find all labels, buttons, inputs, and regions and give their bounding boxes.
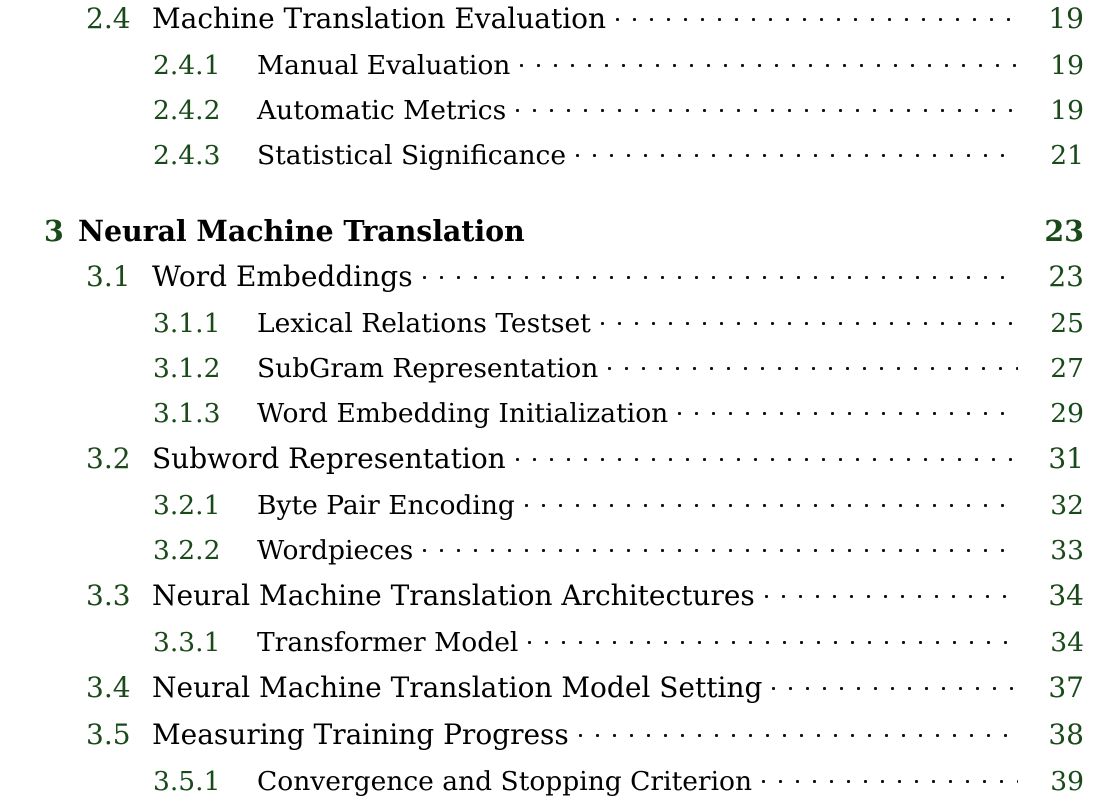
toc-entry-title[interactable]: Convergence and Stopping Criterion — [257, 766, 762, 797]
toc-entry-page-number[interactable]: 29 — [1022, 398, 1112, 429]
toc-entry-page-number[interactable]: 33 — [1022, 535, 1112, 566]
toc-entry[interactable]: 3.1.2 SubGram Representation 27 — [0, 350, 1112, 395]
toc-entry-title[interactable]: Statistical Significance — [257, 140, 576, 171]
toc-entry[interactable]: 3.5 Measuring Training Progress 38 — [0, 716, 1112, 763]
toc-dot-leader — [423, 532, 1018, 559]
toc-entry-page-number[interactable]: 37 — [1022, 671, 1112, 704]
toc-entry-page-number[interactable]: 38 — [1022, 718, 1112, 751]
toc-entry-page-number[interactable]: 25 — [1022, 308, 1112, 339]
table-of-contents: 2.4 Machine Translation Evaluation 19 2.4.1… — [0, 0, 1112, 797]
toc-entry[interactable]: 3.1 Word Embeddings 23 — [0, 258, 1112, 305]
toc-entry[interactable]: 3.4 Neural Machine Translation Model Sett… — [0, 669, 1112, 716]
toc-entry-title[interactable]: Neural Machine Translation — [78, 214, 535, 248]
toc-entry-number: 3.2.1 — [153, 489, 221, 521]
toc-entry[interactable]: 2.4.1 Manual Evaluation 19 — [0, 47, 1112, 92]
toc-entry[interactable]: 2.4.2 Automatic Metrics 19 — [0, 92, 1112, 137]
toc-entry-page-number[interactable]: 23 — [1022, 214, 1112, 248]
toc-entry[interactable]: 3.3.1 Transformer Model 34 — [0, 624, 1112, 669]
toc-entry-title[interactable]: Neural Machine Translation Model Setting — [152, 671, 772, 704]
toc-entry-number: 3.1.3 — [153, 397, 221, 429]
toc-entry-number: 2.4.1 — [153, 49, 221, 81]
toc-entry-title[interactable]: Word Embedding Initialization — [257, 398, 678, 429]
toc-entry-page-number[interactable]: 19 — [1022, 2, 1112, 35]
toc-entry-title[interactable]: Transformer Model — [257, 627, 528, 658]
toc-entry-number: 2.4 — [86, 2, 131, 35]
toc-entry-number: 2.4.3 — [153, 139, 221, 171]
toc-entry-number: 3.3 — [86, 579, 131, 612]
toc-entry[interactable]: 3.3 Neural Machine Translation Architectu… — [0, 577, 1112, 624]
toc-entry-page-number[interactable]: 19 — [1022, 50, 1112, 81]
toc-entry-number: 3.3.1 — [153, 626, 221, 658]
toc-dot-leader — [528, 624, 1018, 651]
toc-dot-leader — [520, 47, 1018, 74]
toc-entry-page-number[interactable]: 19 — [1022, 95, 1112, 126]
toc-entry-page-number[interactable]: 34 — [1022, 627, 1112, 658]
toc-entry[interactable]: 3 Neural Machine Translation 23 — [0, 212, 1112, 258]
toc-entry-number: 3.4 — [86, 671, 131, 704]
toc-entry[interactable]: 3.5.1 Convergence and Stopping Criterion 3… — [0, 763, 1112, 808]
toc-entry-title[interactable]: Automatic Metrics — [257, 95, 516, 126]
toc-entry-number: 3 — [44, 213, 64, 248]
toc-entry-title[interactable]: Neural Machine Translation Architectures — [152, 579, 765, 612]
toc-entry-number: 3.5 — [86, 718, 131, 751]
toc-entry-title[interactable]: Machine Translation Evaluation — [152, 2, 616, 35]
toc-entry-title[interactable]: Wordpieces — [257, 535, 423, 566]
toc-entry-title[interactable]: Subword Representation — [152, 442, 516, 475]
toc-dot-leader — [762, 763, 1018, 790]
toc-entry-number: 2.4.2 — [153, 94, 221, 126]
toc-dot-leader — [524, 487, 1018, 514]
toc-dot-leader — [515, 440, 1018, 468]
toc-entry-number: 3.5.1 — [153, 765, 221, 797]
toc-entry[interactable]: 3.1.3 Word Embedding Initialization 29 — [0, 395, 1112, 440]
toc-entry-page-number[interactable]: 34 — [1022, 579, 1112, 612]
toc-entry-page-number[interactable]: 23 — [1022, 260, 1112, 293]
toc-entry[interactable]: 2.4 Machine Translation Evaluation 19 — [0, 0, 1112, 47]
toc-entry-page-number[interactable]: 21 — [1022, 140, 1112, 171]
toc-dot-leader — [422, 258, 1018, 286]
toc-entry[interactable]: 3.1.1 Lexical Relations Testset 25 — [0, 305, 1112, 350]
toc-entry-number: 3.2 — [86, 442, 131, 475]
toc-entry-title[interactable]: Lexical Relations Testset — [257, 308, 601, 339]
toc-dot-leader — [678, 395, 1018, 422]
toc-entry-title[interactable]: SubGram Representation — [257, 353, 608, 384]
toc-entry[interactable]: 2.4.3 Statistical Significance 21 — [0, 137, 1112, 182]
toc-entry-title[interactable]: Word Embeddings — [152, 260, 423, 293]
toc-dot-leader — [578, 716, 1018, 744]
toc-entry-page-number[interactable]: 32 — [1022, 490, 1112, 521]
toc-entry-number: 3.2.2 — [153, 534, 221, 566]
toc-dot-leader — [764, 577, 1018, 605]
toc-entry-page-number[interactable]: 31 — [1022, 442, 1112, 475]
toc-entry[interactable]: 3.2.2 Wordpieces 33 — [0, 532, 1112, 577]
toc-dot-leader — [576, 137, 1018, 164]
toc-entry[interactable]: 3.2 Subword Representation 31 — [0, 440, 1112, 487]
toc-dot-leader — [600, 305, 1018, 332]
toc-dot-leader — [616, 0, 1018, 28]
toc-entry-title[interactable]: Measuring Training Progress — [152, 718, 579, 751]
toc-entry-title[interactable]: Byte Pair Encoding — [257, 490, 525, 521]
toc-dot-leader — [516, 92, 1018, 119]
toc-entry-title[interactable]: Manual Evaluation — [257, 50, 520, 81]
toc-entry[interactable]: 3.2.1 Byte Pair Encoding 32 — [0, 487, 1112, 532]
toc-dot-leader — [608, 350, 1018, 377]
toc-entry-number: 3.1 — [86, 260, 131, 293]
toc-entry-number: 3.1.2 — [153, 352, 221, 384]
toc-dot-leader — [772, 669, 1018, 697]
toc-entry-page-number[interactable]: 27 — [1022, 353, 1112, 384]
toc-entry-number: 3.1.1 — [153, 307, 221, 339]
toc-entry-page-number[interactable]: 39 — [1022, 766, 1112, 797]
